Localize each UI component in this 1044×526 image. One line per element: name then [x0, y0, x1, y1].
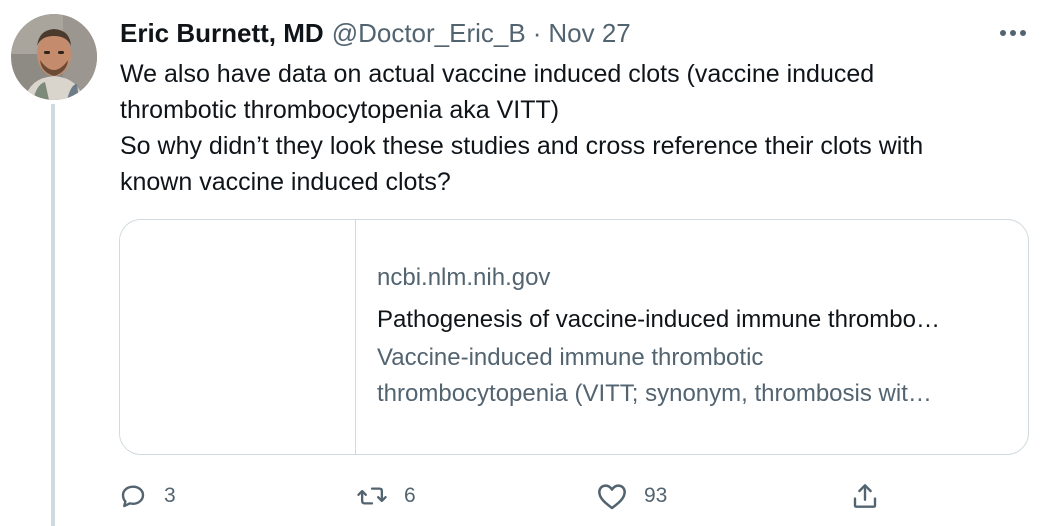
- link-card-description-line: Vaccine-induced immune thrombotic: [377, 344, 764, 371]
- like-count: 93: [644, 484, 668, 507]
- heart-icon: [596, 481, 628, 511]
- link-card-description-line: thrombocytopenia (VITT; synonym, thrombo…: [377, 380, 932, 407]
- display-name[interactable]: Eric Burnett, MD: [120, 16, 324, 50]
- tweet-text: We also have data on actual vaccine indu…: [120, 56, 1020, 200]
- retweet-button[interactable]: 6: [356, 476, 416, 516]
- share-icon: [850, 481, 880, 511]
- thread-line: [51, 104, 55, 526]
- link-card-title: Pathogenesis of vaccine-induced immune t…: [377, 306, 940, 333]
- link-card-body: ncbi.nlm.nih.gov Pathogenesis of vaccine…: [377, 260, 1007, 412]
- share-button[interactable]: [850, 476, 880, 516]
- retweet-count: 6: [404, 484, 416, 507]
- link-card-description: Vaccine-induced immune thrombotic thromb…: [377, 340, 1007, 412]
- reply-button[interactable]: 3: [118, 476, 176, 516]
- separator-dot: ·: [532, 18, 542, 48]
- tweet[interactable]: Eric Burnett, MD @Doctor_Eric_B · Nov 27…: [0, 0, 1044, 526]
- link-card-thumbnail: [120, 220, 356, 454]
- reply-icon: [118, 481, 148, 511]
- like-button[interactable]: 93: [596, 476, 667, 516]
- retweet-icon: [356, 481, 388, 511]
- tweet-actions: 3 6 93: [118, 476, 898, 516]
- tweet-header: Eric Burnett, MD @Doctor_Eric_B · Nov 27: [120, 16, 631, 50]
- tweet-date[interactable]: Nov 27: [548, 16, 630, 50]
- tweet-text-line: So why didn’t they look these studies an…: [120, 132, 924, 160]
- user-handle[interactable]: @Doctor_Eric_B: [332, 16, 526, 50]
- avatar[interactable]: [11, 14, 97, 100]
- tweet-text-line: We also have data on actual vaccine indu…: [120, 60, 875, 88]
- reply-count: 3: [164, 484, 176, 507]
- tweet-text-line: known vaccine induced clots?: [120, 168, 451, 196]
- link-card[interactable]: ncbi.nlm.nih.gov Pathogenesis of vaccine…: [119, 219, 1029, 455]
- tweet-text-line: thrombotic thrombocytopenia aka VITT): [120, 96, 560, 124]
- more-icon[interactable]: [996, 18, 1030, 48]
- link-card-domain: ncbi.nlm.nih.gov: [377, 264, 551, 291]
